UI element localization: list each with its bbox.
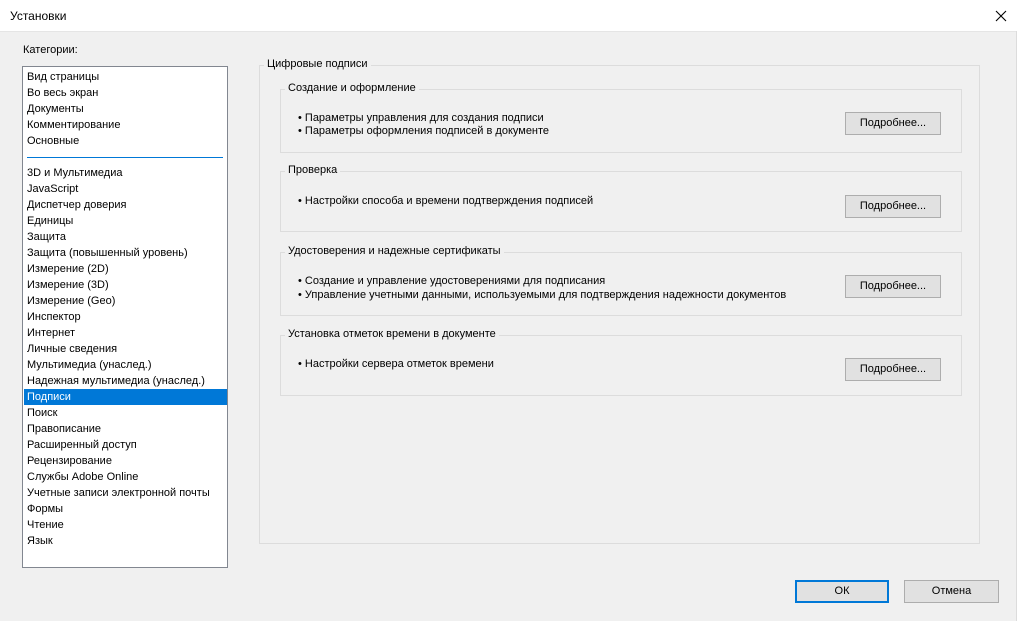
list-item[interactable]: JavaScript [24,181,227,197]
list-item[interactable]: Единицы [24,213,227,229]
list-item[interactable]: Диспетчер доверия [24,197,227,213]
window-edge [1016,31,1023,621]
list-item[interactable]: Интернет [24,325,227,341]
more-button-timestamps[interactable]: Подробнее... [845,358,941,381]
group-title: Цифровые подписи [264,58,371,70]
list-item[interactable]: Чтение [24,517,227,533]
more-button-creation[interactable]: Подробнее... [845,112,941,135]
list-item[interactable]: Защита (повышенный уровень) [24,245,227,261]
bullet-text: • Параметры оформления подписей в докуме… [298,125,550,137]
bullet-text: • Создание и управление удостоверениями … [298,275,606,287]
section-title: Установка отметок времени в документе [285,328,499,340]
list-item[interactable]: Во весь экран [24,85,227,101]
window-title: Установки [10,9,67,23]
list-item[interactable]: Язык [24,533,227,549]
ok-button[interactable]: ОК [795,580,889,603]
list-item[interactable]: Рецензирование [24,453,227,469]
list-item[interactable]: Личные сведения [24,341,227,357]
list-item[interactable]: Мультимедиа (унаслед.) [24,357,227,373]
list-item-selected[interactable]: Подписи [24,389,227,405]
section-title: Удостоверения и надежные сертификаты [285,245,504,257]
section-title: Проверка [285,164,341,176]
list-item[interactable]: Расширенный доступ [24,437,227,453]
bullet-text: • Параметры управления для создания подп… [298,112,544,124]
list-item[interactable]: Комментирование [24,117,227,133]
list-item[interactable]: Измерение (2D) [24,261,227,277]
list-item[interactable]: Поиск [24,405,227,421]
list-item[interactable]: Надежная мультимедиа (унаслед.) [24,373,227,389]
list-separator [27,157,223,158]
close-icon [995,10,1007,21]
list-item[interactable]: Инспектор [24,309,227,325]
list-item[interactable]: Правописание [24,421,227,437]
list-item[interactable]: Учетные записи электронной почты [24,485,227,501]
bullet-text: • Настройки способа и времени подтвержде… [298,195,594,207]
list-item[interactable]: 3D и Мультимедиа [24,165,227,181]
categories-label: Категории: [23,44,78,56]
list-item[interactable]: Формы [24,501,227,517]
categories-list[interactable]: Вид страницы Во весь экран Документы Ком… [22,66,228,568]
cancel-button[interactable]: Отмена [904,580,999,603]
list-item[interactable]: Документы [24,101,227,117]
list-item[interactable]: Измерение (3D) [24,277,227,293]
list-item[interactable]: Защита [24,229,227,245]
list-item[interactable]: Измерение (Geo) [24,293,227,309]
list-item[interactable]: Вид страницы [24,69,227,85]
list-item[interactable]: Службы Adobe Online [24,469,227,485]
bullet-text: • Настройки сервера отметок времени [298,358,494,370]
title-bar: Установки [0,0,1023,32]
more-button-verification[interactable]: Подробнее... [845,195,941,218]
bullet-text: • Управление учетными данными, используе… [298,289,787,301]
list-item[interactable]: Основные [24,133,227,149]
close-button[interactable] [979,0,1023,31]
more-button-identities[interactable]: Подробнее... [845,275,941,298]
section-title: Создание и оформление [285,82,419,94]
